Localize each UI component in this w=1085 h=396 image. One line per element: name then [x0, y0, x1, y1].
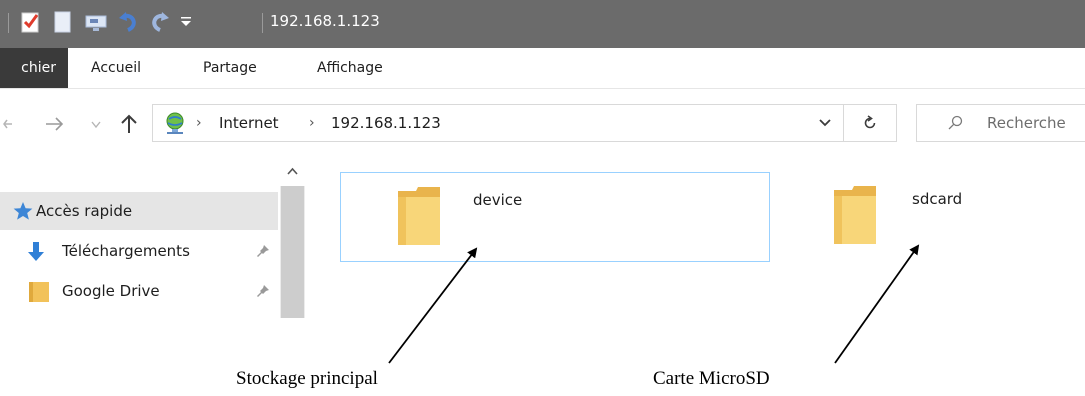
- arrow-to-sdcard: [834, 244, 920, 364]
- annotation-arrows: [388, 244, 920, 364]
- arrow-to-device: [388, 247, 478, 364]
- caption-main-storage: Stockage principal: [236, 368, 378, 389]
- caption-microsd: Carte MicroSD: [653, 368, 770, 389]
